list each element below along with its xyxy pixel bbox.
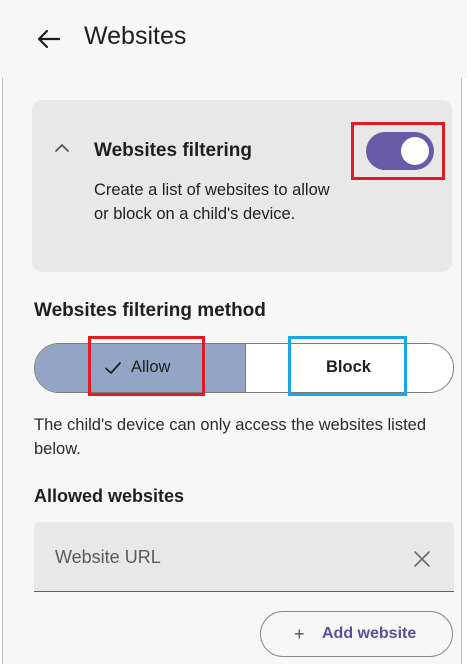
website-url-placeholder: Website URL xyxy=(55,547,161,567)
back-arrow-icon[interactable] xyxy=(34,24,64,54)
card-description: Create a list of websites to allow or bl… xyxy=(94,181,330,223)
block-highlight-box xyxy=(288,336,407,396)
card-title: Websites filtering xyxy=(94,140,253,161)
filtering-method-title: Websites filtering method xyxy=(34,300,266,321)
method-helper-text: The child's device can only access the w… xyxy=(34,416,427,458)
plus-icon: + xyxy=(294,624,305,644)
page-title: Websites xyxy=(84,22,187,50)
allow-highlight-box xyxy=(88,336,205,396)
app-bar xyxy=(0,0,467,78)
add-website-label: Add website xyxy=(322,625,417,642)
toggle-highlight-box xyxy=(351,122,445,180)
chevron-up-icon[interactable] xyxy=(52,138,72,158)
allowed-websites-title: Allowed websites xyxy=(34,486,185,506)
close-icon[interactable] xyxy=(412,549,432,569)
